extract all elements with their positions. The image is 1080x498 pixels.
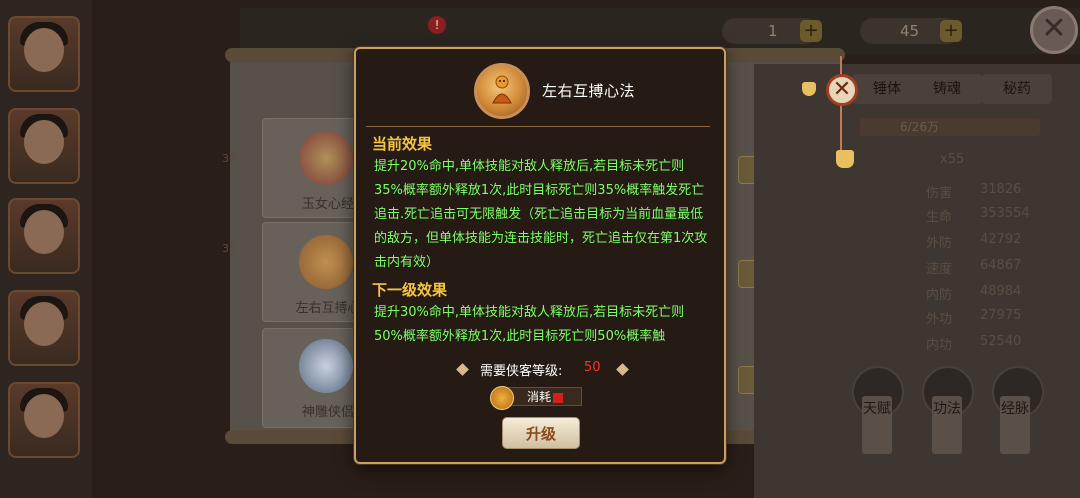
tab-skill-method[interactable]: 功法 xyxy=(932,396,962,454)
add-resource-button[interactable]: + xyxy=(800,20,822,42)
skill-orb-icon xyxy=(299,235,353,289)
power-count: x55 xyxy=(940,152,965,167)
resource-value: 1 xyxy=(768,22,778,40)
upgrade-button[interactable]: 升级 xyxy=(502,417,580,449)
close-icon[interactable]: ✕ xyxy=(826,74,858,106)
skill-level: 30 xyxy=(222,152,236,165)
tab-potion[interactable]: 秘药 xyxy=(982,74,1052,104)
hero-avatar[interactable] xyxy=(8,290,80,366)
skill-detail-dialog: 左右互搏心法 当前效果 提升20%命中,单体技能对敌人释放后,若目标未死亡则35… xyxy=(354,47,726,464)
resource-value: 45 xyxy=(900,22,920,40)
tab-talent[interactable]: 天赋 xyxy=(862,396,892,454)
tab-soul[interactable]: 铸魂 xyxy=(912,74,982,104)
dialog-title: 左右互搏心法 xyxy=(542,82,636,100)
meditating-figure-icon xyxy=(492,75,512,104)
skill-orb-icon xyxy=(299,339,353,393)
requirement-value: 50 xyxy=(584,360,601,375)
notification-badge: ! xyxy=(428,16,446,34)
diamond-icon xyxy=(616,363,629,376)
diamond-icon xyxy=(456,363,469,376)
stat-row: 生命 353554 xyxy=(926,206,1030,225)
add-resource-button[interactable]: + xyxy=(940,20,962,42)
current-effect-heading: 当前效果 xyxy=(372,135,433,153)
cost-display: 消耗 xyxy=(506,387,582,406)
skill-orb-icon xyxy=(299,131,353,185)
cost-label: 消耗 xyxy=(527,390,552,404)
hero-avatar[interactable] xyxy=(8,382,80,458)
requirement-label: 需要侠客等级: xyxy=(480,364,563,379)
hero-avatar[interactable] xyxy=(8,198,80,274)
coin-icon xyxy=(490,386,514,410)
progress-bar: 6/26万 xyxy=(860,118,1040,136)
progress-text: 6/26万 xyxy=(900,120,939,134)
stat-row: 外功 27975 xyxy=(926,308,1022,327)
level-requirement: 需要侠客等级: 50 xyxy=(452,360,632,382)
stat-row: 内功 52540 xyxy=(926,334,1022,353)
divider xyxy=(366,126,710,127)
resource-counter: 45 + xyxy=(860,18,962,44)
stat-row: 伤害 31826 xyxy=(926,182,1022,201)
current-effect-text: 提升20%命中,单体技能对敌人释放后,若目标未死亡则35%概率额外释放1次,此时… xyxy=(374,159,708,270)
skill-card[interactable]: 左右互搏心 xyxy=(262,222,364,322)
next-effect-text: 提升30%命中,单体技能对敌人释放后,若目标未死亡则50%概率额外释放1次,此时… xyxy=(374,305,685,344)
stat-row: 内防 48984 xyxy=(926,284,1022,303)
tassel-icon xyxy=(802,82,816,96)
skill-card[interactable]: 神雕侠侣 xyxy=(262,328,364,428)
stat-row: 外防 42792 xyxy=(926,232,1022,251)
next-effect-heading: 下一级效果 xyxy=(372,281,448,299)
tab-meridian[interactable]: 经脉 xyxy=(1000,396,1030,454)
skill-card[interactable]: 玉女心经 xyxy=(262,118,364,218)
stat-row: 速度 64867 xyxy=(926,258,1022,277)
skill-level: 35 xyxy=(222,242,236,255)
ornament-string xyxy=(840,56,842,156)
resource-counter: 1 + xyxy=(722,18,822,44)
tassel-icon xyxy=(836,150,854,168)
skill-portrait-icon xyxy=(474,63,530,119)
insufficient-marker-icon xyxy=(553,392,564,403)
hero-avatar[interactable] xyxy=(8,108,80,184)
close-icon[interactable]: ✕ xyxy=(1030,6,1078,54)
hero-avatar[interactable] xyxy=(8,16,80,92)
